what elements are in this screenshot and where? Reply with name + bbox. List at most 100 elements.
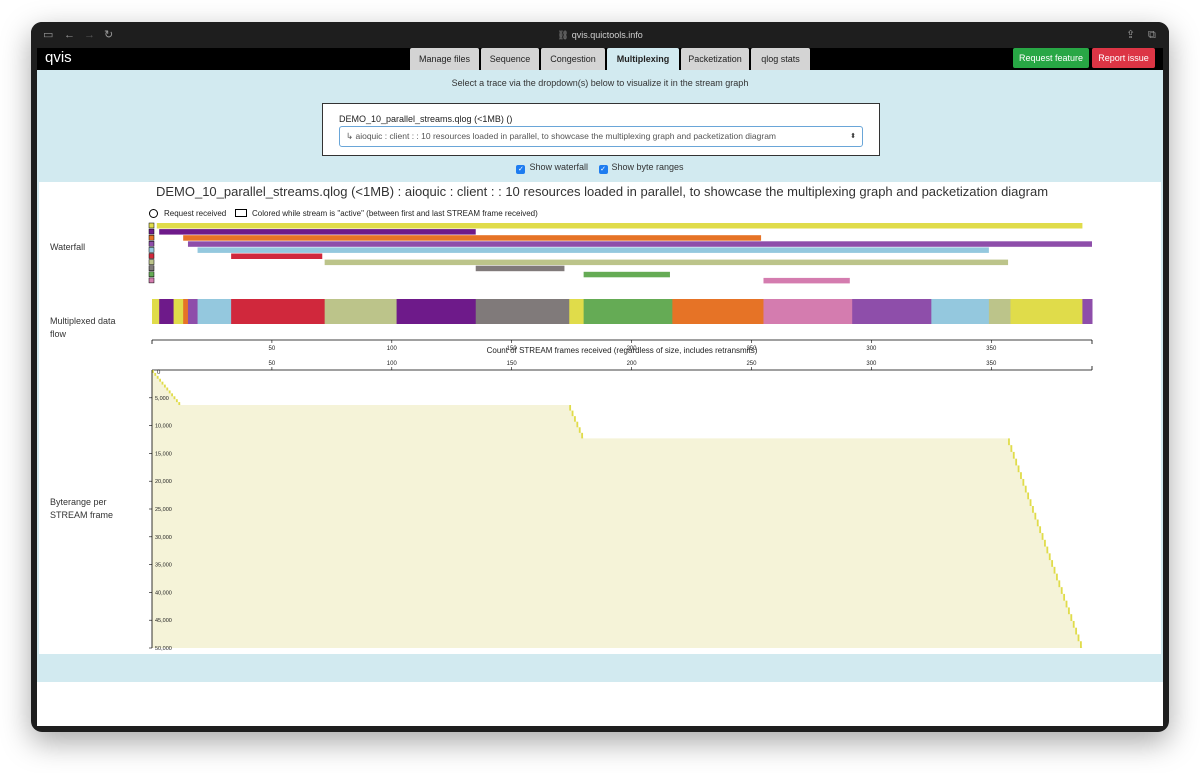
byterange-frame bbox=[1056, 573, 1058, 581]
tab-manage-files[interactable]: Manage files bbox=[410, 48, 479, 70]
byterange-frame bbox=[1080, 641, 1082, 648]
byterange-frame bbox=[1015, 458, 1018, 466]
byterange-frame bbox=[1068, 607, 1070, 615]
y-axis-tick-label: 30,000 bbox=[155, 535, 172, 541]
waterfall-bar bbox=[156, 223, 1083, 229]
waterfall-bar bbox=[159, 229, 476, 235]
app-header: qvis Manage files Sequence Congestion Mu… bbox=[37, 48, 1163, 70]
byterange-frame bbox=[1072, 620, 1075, 628]
byterange-frame bbox=[1024, 485, 1027, 493]
multiplex-segment bbox=[1082, 299, 1093, 324]
stream-chart[interactable]: 50 100 150 200 250 300 35050 100 150 200 250 300 350… bbox=[39, 182, 1161, 654]
byterange-frame bbox=[1022, 478, 1025, 486]
app-logo[interactable]: qvis bbox=[45, 49, 72, 67]
chevron-updown-icon: ⬍ bbox=[850, 133, 856, 140]
waterfall-bar bbox=[763, 277, 850, 284]
byterange-frame bbox=[1058, 580, 1061, 588]
instructions-text: Select a trace via the dropdown(s) below… bbox=[451, 78, 749, 88]
browser-toolbar: ▭ ← → ↻ ⛓ qvis.quictools.info ⇪ ⧉ bbox=[31, 22, 1169, 48]
x-axis-bottom-tick-label: 350 bbox=[986, 361, 997, 367]
y-axis-tick-label: 10,000 bbox=[155, 424, 172, 430]
multiplex-segment bbox=[569, 299, 585, 324]
trace-dropdown[interactable]: ↳ aioquic : client : : 10 resources load… bbox=[339, 126, 863, 147]
multiplex-segment bbox=[988, 299, 1011, 324]
waterfall-marker bbox=[148, 234, 155, 241]
file-label: DEMO_10_parallel_streams.qlog (<1MB) () bbox=[339, 114, 513, 124]
tab-congestion[interactable]: Congestion bbox=[541, 48, 605, 70]
waterfall-bar bbox=[187, 241, 1093, 247]
byterange-frame bbox=[574, 416, 576, 422]
x-axis-bottom-tick-label: 250 bbox=[746, 361, 757, 367]
byterange-frame bbox=[156, 375, 159, 379]
multiplex-segment bbox=[197, 299, 232, 324]
waterfall-marker bbox=[148, 277, 155, 284]
waterfall-bar bbox=[231, 253, 323, 259]
byterange-frame bbox=[1065, 600, 1068, 608]
browser-window: ▭ ← → ↻ ⛓ qvis.quictools.info ⇪ ⧉ qvis Ma… bbox=[31, 22, 1169, 732]
x-axis-bottom-tick-label: 200 bbox=[627, 361, 638, 367]
byterange-frame bbox=[1070, 614, 1073, 621]
address-bar[interactable]: ⛓ qvis.quictools.info bbox=[31, 28, 1169, 42]
multiplex-segment bbox=[396, 299, 477, 324]
byterange-frame bbox=[154, 372, 157, 376]
multiplexing-panel: Select a trace via the dropdown(s) below… bbox=[37, 70, 1163, 682]
x-axis-bottom-tick-label: 300 bbox=[866, 361, 877, 367]
multiplex-segment bbox=[583, 299, 673, 324]
y-axis-tick-label: 5,000 bbox=[155, 396, 169, 402]
y-axis-tick-label: 20,000 bbox=[155, 479, 172, 485]
byterange-frame bbox=[1046, 546, 1049, 554]
link-icon: ⛓ bbox=[557, 30, 569, 40]
y-axis-tick-label: 45,000 bbox=[155, 618, 172, 624]
waterfall-bar bbox=[475, 265, 565, 272]
byterange-frame bbox=[1053, 566, 1056, 574]
tab-packetization[interactable]: Packetization bbox=[681, 48, 749, 70]
byterange-frame bbox=[1027, 492, 1030, 500]
byterange-frame bbox=[1041, 533, 1044, 540]
show-byte-ranges-option[interactable]: ✓ Show byte ranges bbox=[598, 162, 684, 174]
tab-qlog-stats[interactable]: qlog stats bbox=[751, 48, 810, 70]
multiplex-segment bbox=[931, 299, 990, 324]
multiplex-segment bbox=[1010, 299, 1083, 324]
show-waterfall-label: Show waterfall bbox=[529, 162, 588, 172]
multiplex-segment bbox=[231, 299, 326, 324]
show-waterfall-option[interactable]: ✓ Show waterfall bbox=[516, 162, 588, 174]
waterfall-marker bbox=[148, 253, 155, 259]
request-feature-button[interactable]: Request feature bbox=[1013, 48, 1089, 68]
byterange-frame bbox=[178, 402, 181, 406]
byterange-frame bbox=[1077, 634, 1080, 642]
checkbox-checked-icon[interactable]: ✓ bbox=[516, 165, 526, 174]
waterfall-marker bbox=[148, 271, 155, 278]
waterfall-bar bbox=[583, 271, 670, 278]
multiplex-segment bbox=[187, 299, 199, 324]
share-icon[interactable]: ⇪ bbox=[1126, 28, 1135, 42]
byterange-frame bbox=[1034, 512, 1037, 520]
y-axis-tick-label: 35,000 bbox=[155, 563, 172, 569]
display-options: ✓ Show waterfall ✓ Show byte ranges bbox=[37, 162, 1163, 174]
x-axis-bottom-tick-label: 50 bbox=[269, 361, 276, 367]
byterange-frame bbox=[569, 405, 572, 411]
byterange-frame bbox=[1039, 526, 1042, 534]
byterange-frame bbox=[576, 421, 579, 428]
waterfall-marker bbox=[148, 265, 155, 271]
tab-sequence[interactable]: Sequence bbox=[481, 48, 539, 70]
multiplex-segment bbox=[763, 299, 853, 324]
byterange-frame bbox=[1029, 499, 1032, 507]
y-axis-tick-label: 15,000 bbox=[155, 451, 172, 457]
multiplex-segment bbox=[852, 299, 932, 324]
byterange-frame bbox=[163, 384, 166, 388]
waterfall-marker bbox=[148, 222, 155, 229]
report-issue-button[interactable]: Report issue bbox=[1092, 48, 1155, 68]
byterange-frame bbox=[1008, 438, 1010, 446]
tabs-icon[interactable]: ⧉ bbox=[1148, 28, 1156, 42]
byterange-frame bbox=[1048, 553, 1051, 561]
byterange-frame bbox=[171, 393, 173, 397]
byterange-frame bbox=[1036, 519, 1039, 527]
waterfall-marker bbox=[148, 259, 155, 265]
byterange-frame bbox=[1051, 560, 1054, 567]
tab-multiplexing[interactable]: Multiplexing bbox=[607, 48, 679, 70]
byterange-frame bbox=[1020, 472, 1022, 479]
waterfall-bar bbox=[197, 247, 989, 253]
stream-visualization: DEMO_10_parallel_streams.qlog (<1MB) : a… bbox=[39, 182, 1161, 654]
byterange-frame bbox=[173, 396, 176, 400]
checkbox-checked-icon[interactable]: ✓ bbox=[598, 165, 608, 174]
